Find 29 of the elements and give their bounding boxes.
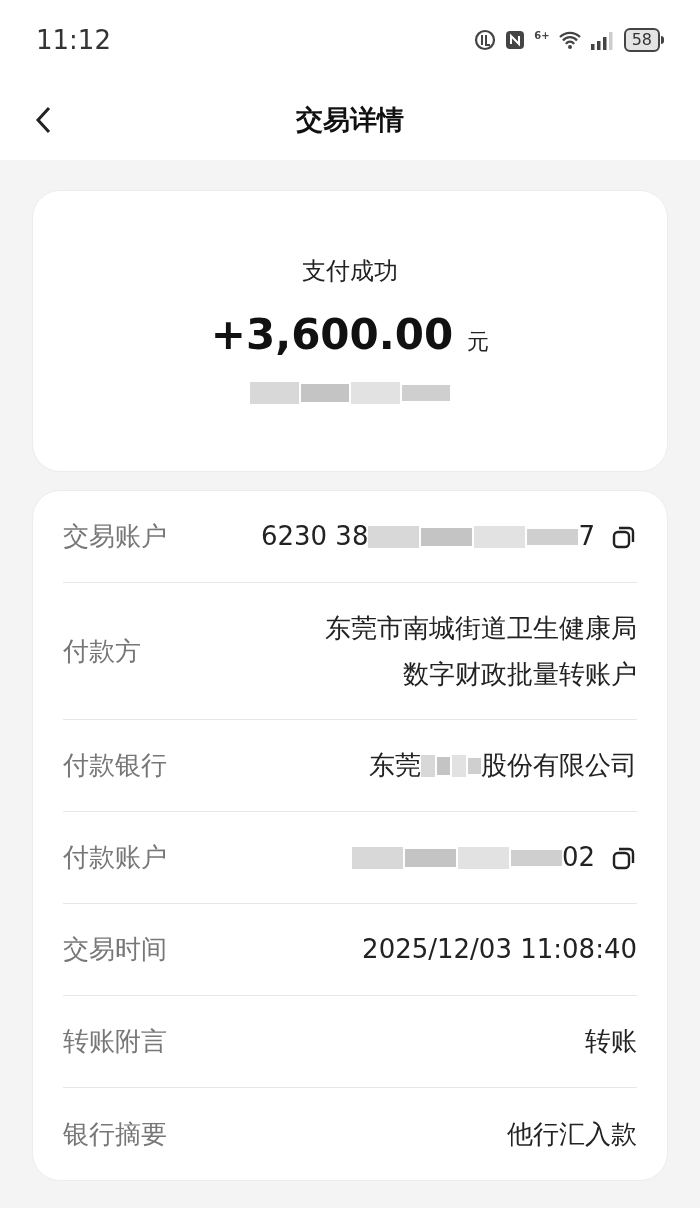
payment-status: 支付成功 [302, 256, 398, 287]
detail-label: 银行摘要 [63, 1117, 167, 1151]
detail-value-line: 数字财政批量转账户 [403, 658, 637, 691]
nfc-icon [504, 29, 527, 51]
battery-indicator: 58 [623, 28, 664, 52]
detail-value: 6230 38 [260, 520, 369, 553]
signal-icon [589, 29, 616, 51]
detail-label: 交易账户 [63, 520, 167, 553]
detail-label: 转账附言 [63, 1025, 167, 1058]
detail-label: 付款账户 [63, 841, 167, 874]
detail-value: 7 [578, 520, 595, 553]
currency-unit: 元 [467, 328, 490, 356]
status-time: 11:12 [36, 23, 111, 57]
detail-value: 东莞 [369, 749, 421, 782]
detail-label: 付款银行 [63, 749, 167, 782]
detail-label: 付款方 [63, 634, 141, 668]
detail-value-line: 东莞市南城街道卫生健康局 [325, 612, 637, 645]
detail-label: 交易时间 [63, 933, 167, 966]
detail-value: 02 [561, 841, 595, 874]
amount: +3,600.00 [210, 309, 454, 361]
data-saver-icon [474, 29, 497, 51]
back-icon[interactable] [34, 105, 52, 135]
detail-value: 2025/12/03 11:08:40 [362, 933, 637, 966]
detail-value: 他行汇入款 [507, 1117, 637, 1151]
detail-value: 股份有限公司 [481, 749, 637, 782]
network-label: 6+ [534, 29, 550, 43]
page-title: 交易详情 [296, 102, 404, 137]
detail-value: 转账 [585, 1025, 637, 1058]
wifi-icon [557, 30, 582, 50]
